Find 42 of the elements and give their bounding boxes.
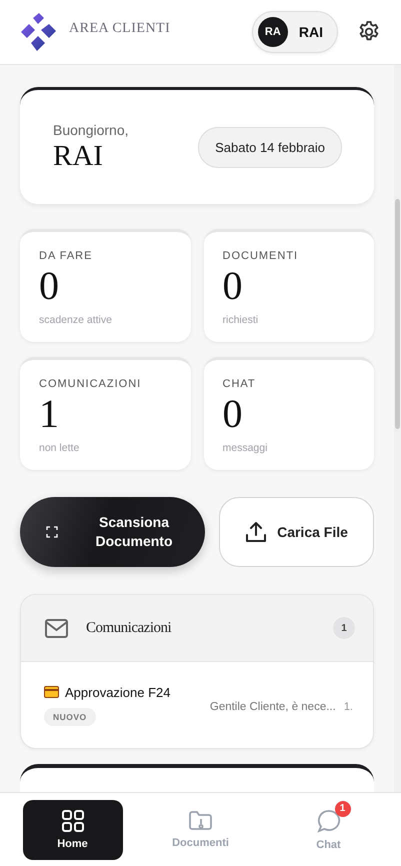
stat-value: 0 bbox=[222, 392, 244, 436]
stat-value: 1 bbox=[39, 392, 60, 436]
stat-caption: richiesti bbox=[222, 314, 260, 326]
stat-card[interactable]: DA FARE 0 scadenze attive bbox=[20, 229, 190, 342]
count-badge: 1 bbox=[333, 617, 355, 639]
mail-icon bbox=[45, 618, 68, 638]
logo-icon bbox=[19, 12, 59, 52]
message-preview: Gentile Cliente, è nece... bbox=[208, 701, 336, 713]
date-pill: Sabato 14 febbraio bbox=[198, 126, 342, 168]
nav-tab[interactable]: Home bbox=[22, 800, 122, 860]
message-row[interactable]: Approvazione F24 NUOVO Gentile Cliente, è nece... 1. bbox=[21, 662, 373, 748]
section-title: Comunicazioni bbox=[86, 620, 172, 636]
scan-document-button[interactable]: Scansiona Documento bbox=[20, 497, 205, 567]
user-name: RAI bbox=[53, 140, 104, 172]
stat-label: DOCUMENTI bbox=[222, 250, 300, 262]
folder-icon bbox=[189, 810, 212, 830]
message-date: 1. bbox=[344, 701, 353, 713]
upload-icon bbox=[245, 521, 268, 543]
stat-label: CHAT bbox=[222, 378, 257, 390]
user-avatar: RA bbox=[258, 17, 288, 47]
app-title: AREA CLIENTI bbox=[69, 21, 170, 37]
nav-tab[interactable]: 1 Chat bbox=[278, 800, 378, 860]
stat-card[interactable]: CHAT 0 messaggi bbox=[204, 357, 374, 470]
chat-icon bbox=[316, 808, 340, 832]
stat-value: 0 bbox=[222, 264, 244, 308]
credit-card-icon bbox=[44, 686, 59, 698]
stat-card[interactable]: DOCUMENTI 0 richiesti bbox=[204, 229, 374, 342]
upload-file-button[interactable]: Carica File bbox=[219, 497, 374, 567]
notification-badge: 1 bbox=[334, 800, 350, 816]
stat-caption: messaggi bbox=[222, 442, 268, 454]
stat-label: COMUNICAZIONI bbox=[39, 378, 142, 390]
stat-caption: non lette bbox=[39, 442, 80, 454]
new-tag: NUOVO bbox=[44, 708, 96, 726]
greeting-text: Buongiorno, bbox=[53, 122, 129, 138]
stat-caption: scadenze attive bbox=[39, 314, 113, 326]
stat-card[interactable]: COMUNICAZIONI 1 non lette bbox=[20, 357, 190, 470]
stat-value: 0 bbox=[39, 264, 60, 308]
stat-label: DA FARE bbox=[39, 250, 94, 262]
user-menu-button[interactable]: RA RAI bbox=[252, 11, 338, 53]
message-title: Approvazione F24 bbox=[65, 684, 171, 700]
scan-icon bbox=[46, 526, 58, 538]
grid-icon bbox=[62, 810, 84, 832]
